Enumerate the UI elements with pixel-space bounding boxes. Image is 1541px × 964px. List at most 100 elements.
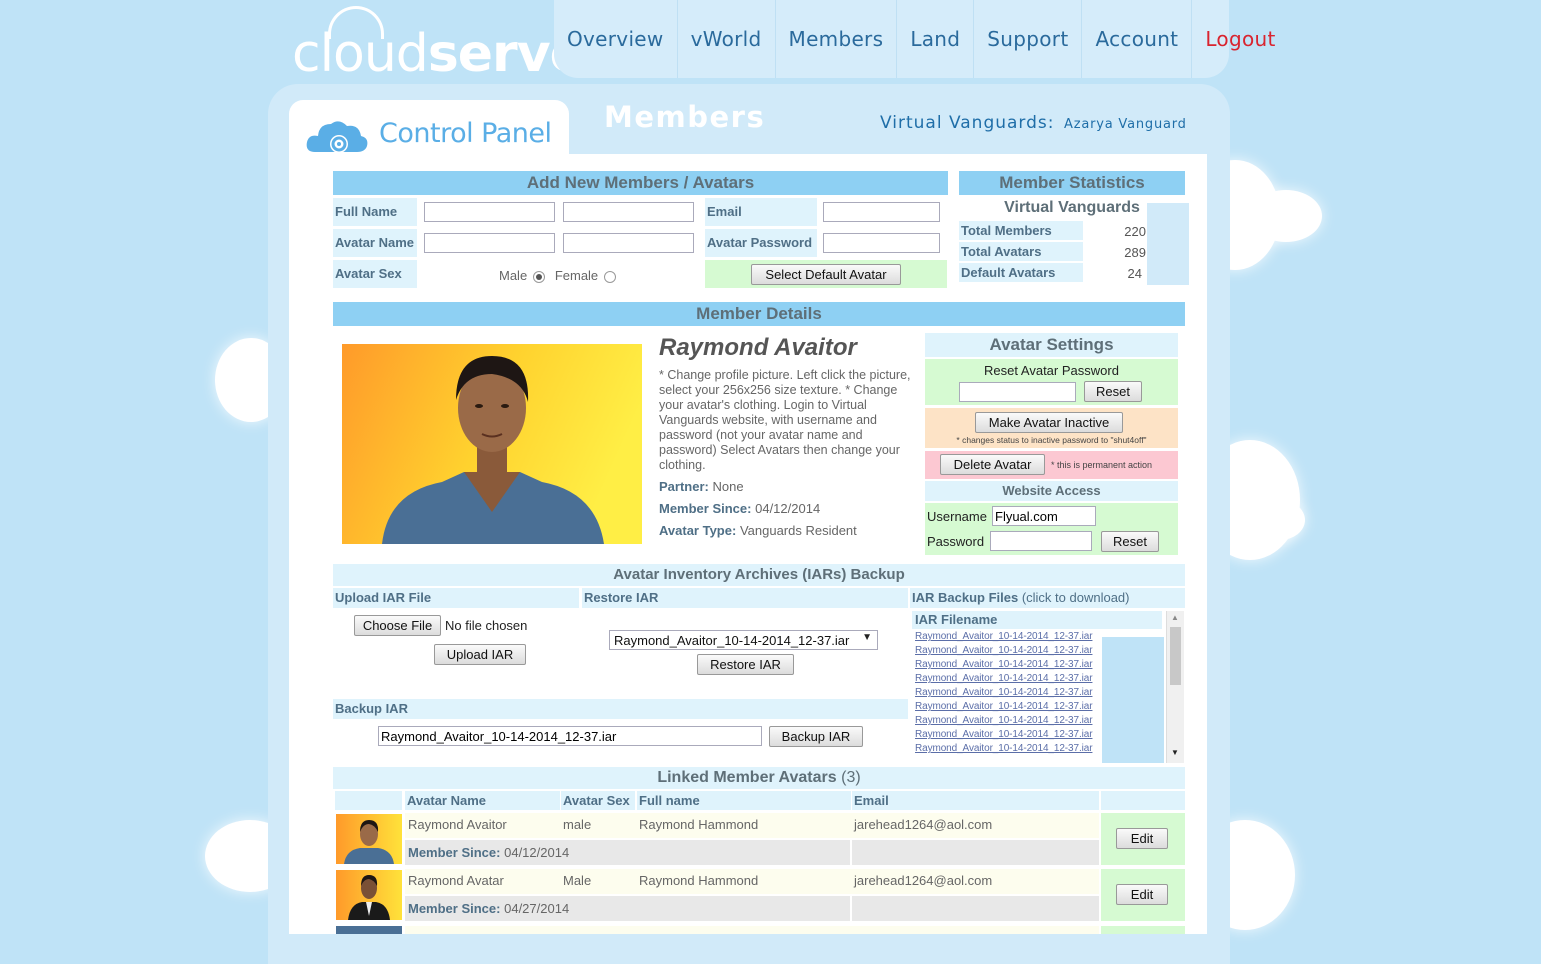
background-cloud: [1255, 500, 1305, 540]
edit-avatar-button[interactable]: Edit: [1116, 828, 1168, 849]
select-default-avatar-button[interactable]: Select Default Avatar: [751, 264, 901, 285]
delete-avatar-button[interactable]: Delete Avatar: [940, 454, 1045, 475]
iar-file-link[interactable]: Raymond_Avaitor_10-14-2014_12-37.iar: [915, 715, 1093, 726]
linked-member-since: Member Since: 04/27/2014: [408, 901, 570, 916]
edit-avatar-button[interactable]: Edit: [1116, 884, 1168, 905]
cloudserve-logo[interactable]: cloudserve: [292, 6, 585, 84]
nav-logout[interactable]: Logout: [1192, 0, 1289, 78]
iar-file-link[interactable]: Raymond_Avaitor_10-14-2014_12-37.iar: [915, 729, 1093, 740]
full-name-label: Full Name: [333, 198, 417, 226]
email-input[interactable]: [823, 202, 940, 222]
iar-backup-files-label: IAR Backup Files (click to download): [910, 588, 1185, 608]
default-avatars-value: 24: [1127, 266, 1142, 281]
background-cloud: [1250, 190, 1322, 242]
linked-col-avatar-sex: Avatar Sex: [561, 791, 635, 810]
iar-file-link[interactable]: Raymond_Avaitor_10-14-2014_12-37.iar: [915, 673, 1093, 684]
linked-avatar-thumbnail[interactable]: [336, 870, 402, 920]
nav-account[interactable]: Account: [1082, 0, 1193, 78]
restore-iar-label: Restore IAR: [582, 588, 908, 608]
total-members-label: Total Members: [959, 221, 1083, 240]
linked-avatars-header: Linked Member Avatars (3): [333, 767, 1185, 789]
avatar-sex-label: Avatar Sex: [333, 260, 417, 288]
password-label: Password: [927, 534, 985, 549]
reset-password-button[interactable]: Reset: [1084, 381, 1142, 402]
username-label: Username: [927, 509, 987, 524]
chevron-down-icon: ▼: [862, 632, 872, 643]
iar-file-link[interactable]: Raymond_Avaitor_10-14-2014_12-37.iar: [915, 743, 1093, 754]
avatar-name-label: Avatar Name: [333, 229, 417, 257]
username-input[interactable]: [992, 506, 1096, 526]
first-name-input[interactable]: [424, 202, 555, 222]
email-label: Email: [705, 198, 817, 226]
avatar-settings-header: Avatar Settings: [925, 333, 1178, 357]
nav-land[interactable]: Land: [897, 0, 975, 78]
iar-header: Avatar Inventory Archives (IARs) Backup: [333, 564, 1185, 586]
page-title: Members: [604, 100, 766, 134]
iar-file-link[interactable]: Raymond_Avaitor_10-14-2014_12-37.iar: [915, 631, 1093, 642]
member-statistics-header: Member Statistics: [959, 171, 1185, 195]
avatar-password-input[interactable]: [823, 233, 940, 253]
iar-file-link[interactable]: Raymond_Avaitor_10-14-2014_12-37.iar: [915, 645, 1093, 656]
user-name[interactable]: Azarya Vanguard: [1064, 117, 1187, 132]
profile-instructions: * Change profile picture. Left click the…: [659, 368, 911, 472]
nav-members[interactable]: Members: [776, 0, 898, 78]
row-bg: [405, 926, 1099, 934]
avatar-password-label: Avatar Password: [705, 229, 817, 257]
male-label: Male: [499, 268, 528, 283]
control-panel-label: Control Panel: [379, 118, 552, 149]
last-name-input[interactable]: [563, 202, 694, 222]
iar-file-link[interactable]: Raymond_Avaitor_10-14-2014_12-37.iar: [915, 701, 1093, 712]
avatar-last-name-input[interactable]: [563, 233, 694, 253]
linked-col-full-name: Full name: [637, 791, 851, 810]
restore-iar-select[interactable]: Raymond_Avaitor_10-14-2014_12-37.iar ▼: [609, 630, 878, 650]
linked-avatar-name: Raymond Avaitor: [408, 817, 507, 832]
stats-side-panel: [1147, 203, 1189, 285]
linked-col-email: Email: [852, 791, 1099, 810]
website-password-reset-button[interactable]: Reset: [1101, 531, 1159, 552]
total-members-value: 220: [1124, 224, 1146, 239]
backup-iar-filename-input[interactable]: [378, 726, 762, 746]
nav-overview[interactable]: Overview: [554, 0, 678, 78]
female-radio[interactable]: [604, 270, 617, 283]
group-label: Virtual Vanguards:: [880, 113, 1055, 133]
scrollbar[interactable]: ▲ ▼: [1166, 611, 1184, 763]
iar-file-link[interactable]: Raymond_Avaitor_10-14-2014_12-37.iar: [915, 659, 1093, 670]
scroll-up-icon[interactable]: ▲: [1171, 613, 1179, 622]
website-password-input[interactable]: [990, 531, 1092, 551]
linked-member-since: Member Since: 04/12/2014: [408, 845, 570, 860]
nav-support[interactable]: Support: [974, 0, 1083, 78]
sex-radio-group: Male Female: [499, 268, 617, 283]
member-since-row: Member Since: 04/12/2014: [659, 501, 821, 516]
avatar-type-row: Avatar Type: Vanguards Resident: [659, 523, 857, 538]
scroll-down-icon[interactable]: ▼: [1171, 748, 1179, 757]
linked-full-name: Raymond Hammond: [639, 873, 759, 888]
backup-iar-button[interactable]: Backup IAR: [769, 726, 863, 747]
upload-iar-button[interactable]: Upload IAR: [434, 644, 526, 665]
nav-vworld[interactable]: vWorld: [678, 0, 776, 78]
linked-avatar-name: Raymond Avatar: [408, 873, 504, 888]
website-access-header: Website Access: [925, 481, 1178, 501]
choose-file-button[interactable]: Choose File: [354, 615, 441, 636]
iar-file-link[interactable]: Raymond_Avaitor_10-14-2014_12-37.iar: [915, 687, 1093, 698]
restore-iar-button[interactable]: Restore IAR: [697, 654, 794, 675]
restore-iar-selected: Raymond_Avaitor_10-14-2014_12-37.iar: [614, 633, 850, 648]
no-file-chosen: No file chosen: [445, 618, 528, 633]
scrollbar-thumb[interactable]: [1170, 627, 1181, 685]
linked-avatar-thumbnail[interactable]: [336, 814, 402, 864]
backup-iar-label: Backup IAR: [333, 699, 908, 719]
member-avatar-name: Raymond Avaitor: [659, 334, 857, 361]
avatar-profile-picture[interactable]: [342, 344, 642, 544]
edit-cell: [1101, 926, 1185, 934]
avatar-first-name-input[interactable]: [424, 233, 555, 253]
linked-full-name: Raymond Hammond: [639, 817, 759, 832]
make-avatar-inactive-button[interactable]: Make Avatar Inactive: [975, 412, 1123, 433]
male-radio[interactable]: [533, 270, 546, 283]
linked-col-photo: [335, 791, 402, 810]
linked-col-action: [1101, 791, 1185, 810]
member-details-header: Member Details: [333, 302, 1185, 326]
cloud-gear-icon: [306, 121, 368, 153]
since-bg-right: [852, 840, 1099, 865]
linked-col-avatar-name: Avatar Name: [405, 791, 560, 810]
total-avatars-label: Total Avatars: [959, 242, 1083, 261]
reset-password-input[interactable]: [959, 382, 1076, 402]
